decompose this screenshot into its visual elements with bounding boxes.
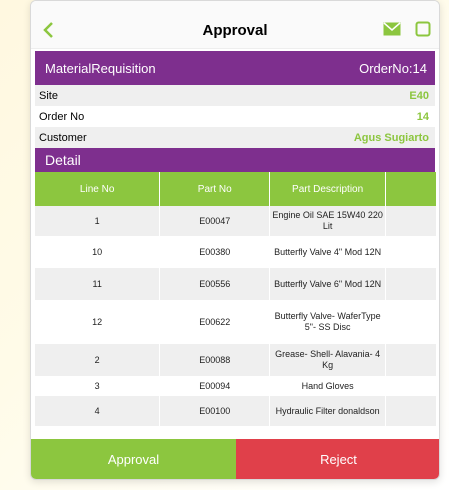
info-row-site: Site E40 — [35, 85, 435, 106]
part-description-cell: Butterfly Valve- WaferType 5"- SS Disc — [269, 300, 387, 344]
part-no-cell: E00622 — [159, 300, 271, 344]
extra-cell — [385, 268, 437, 300]
order-number: OrderNo:14 — [359, 60, 427, 76]
part-description-cell: Butterfly Valve 6" Mod 12N — [269, 268, 387, 300]
table-row[interactable]: 10 E00380 Butterfly Valve 4" Mod 12N — [35, 236, 437, 268]
detail-title: Detail — [45, 152, 81, 168]
column-header-part-description: Part Description — [269, 172, 387, 206]
approve-button[interactable]: Approval — [31, 439, 236, 479]
part-no-cell: E00556 — [159, 268, 271, 300]
info-value: Agus Sugiarto — [353, 131, 429, 144]
action-bar: Approval Reject — [31, 439, 439, 479]
table-row[interactable]: 3 E00094 Hand Gloves — [35, 376, 437, 396]
line-no-cell: 10 — [35, 236, 161, 268]
table-row[interactable]: 4 E00100 Hydraulic Filter donaldson — [35, 396, 437, 426]
info-label: Customer — [39, 131, 87, 144]
extra-cell — [385, 344, 437, 376]
requisition-title: MaterialRequisition — [45, 60, 156, 76]
extra-cell — [385, 206, 437, 236]
extra-cell — [385, 376, 437, 396]
part-description-cell: Hydraulic Filter donaldson — [269, 396, 387, 426]
table-header-row: Line No Part No Part Description — [35, 172, 437, 206]
requisition-header: MaterialRequisition OrderNo:14 — [35, 51, 435, 85]
extra-cell — [385, 236, 437, 268]
part-no-cell: E00047 — [159, 206, 271, 236]
checkbox-icon[interactable] — [415, 21, 431, 37]
table-row[interactable]: 2 E00088 Grease- Shell- Alavania- 4 Kg — [35, 344, 437, 376]
page-title: Approval — [202, 22, 268, 39]
phone-frame: Approval MaterialRequisition OrderNo:14 … — [30, 0, 440, 480]
info-label: Site — [39, 89, 58, 102]
extra-cell — [385, 396, 437, 426]
column-header-line-no: Line No — [35, 172, 161, 206]
part-description-cell: Butterfly Valve 4" Mod 12N — [269, 236, 387, 268]
mail-icon[interactable] — [383, 22, 401, 36]
info-value: 14 — [416, 110, 429, 123]
part-no-cell: E00088 — [159, 344, 271, 376]
line-no-cell: 12 — [35, 300, 161, 344]
part-description-cell: Engine Oil SAE 15W40 220 Lit — [269, 206, 387, 236]
table-row[interactable]: 11 E00556 Butterfly Valve 6" Mod 12N — [35, 268, 437, 300]
part-description-cell: Grease- Shell- Alavania- 4 Kg — [269, 344, 387, 376]
part-no-cell: E00380 — [159, 236, 271, 268]
info-row-customer: Customer Agus Sugiarto — [35, 127, 435, 148]
table-row[interactable]: 12 E00622 Butterfly Valve- WaferType 5"-… — [35, 300, 437, 344]
line-no-cell: 2 — [35, 344, 161, 376]
table-row[interactable]: 1 E00047 Engine Oil SAE 15W40 220 Lit — [35, 206, 437, 236]
info-section: Site E40 Order No 14 Customer Agus Sugia… — [31, 85, 439, 148]
line-no-cell: 1 — [35, 206, 161, 236]
line-no-cell: 3 — [35, 376, 161, 396]
column-header-part-no: Part No — [159, 172, 271, 206]
detail-header: Detail — [35, 148, 435, 172]
info-label: Order No — [39, 110, 85, 123]
reject-button[interactable]: Reject — [236, 439, 439, 479]
status-bar — [31, 1, 439, 13]
line-no-cell: 4 — [35, 396, 161, 426]
part-no-cell: E00094 — [159, 376, 271, 396]
part-description-cell: Hand Gloves — [269, 376, 387, 396]
back-chevron-icon[interactable] — [39, 20, 59, 40]
info-row-order-no: Order No 14 — [35, 106, 435, 127]
part-no-cell: E00100 — [159, 396, 271, 426]
detail-table: Line No Part No Part Description 1 E0004… — [35, 172, 437, 426]
line-no-cell: 11 — [35, 268, 161, 300]
extra-cell — [385, 300, 437, 344]
nav-bar: Approval — [31, 13, 439, 49]
column-header-extra — [385, 172, 437, 206]
info-value: E40 — [409, 89, 429, 102]
